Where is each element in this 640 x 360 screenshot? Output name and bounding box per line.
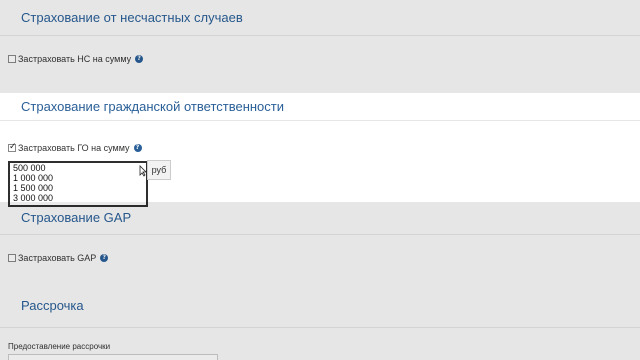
currency-suffix: руб (147, 160, 171, 180)
dropdown-option[interactable]: 1 500 000 (10, 183, 146, 193)
dim-overlay-bottom (0, 202, 640, 360)
liability-checkbox[interactable] (8, 142, 17, 152)
help-icon[interactable]: ? (133, 144, 142, 152)
liability-option-row: Застраховать ГО на сумму ? (8, 142, 142, 153)
dim-overlay-top (0, 0, 640, 93)
dropdown-option[interactable]: 500 000 (10, 163, 146, 173)
liability-section-title: Страхование гражданской ответственности (21, 99, 285, 114)
dropdown-option[interactable]: 1 000 000 (10, 173, 146, 183)
insurance-options-page: Страхование от несчастных случаев Застра… (0, 0, 640, 360)
liability-option-label: Застраховать ГО на сумму (18, 143, 130, 153)
liability-section-header: Страхование гражданской ответственности (0, 93, 640, 121)
liability-amount-dropdown[interactable]: 500 000 1 000 000 1 500 000 3 000 000 (8, 161, 148, 207)
mouse-cursor-icon (139, 165, 147, 177)
